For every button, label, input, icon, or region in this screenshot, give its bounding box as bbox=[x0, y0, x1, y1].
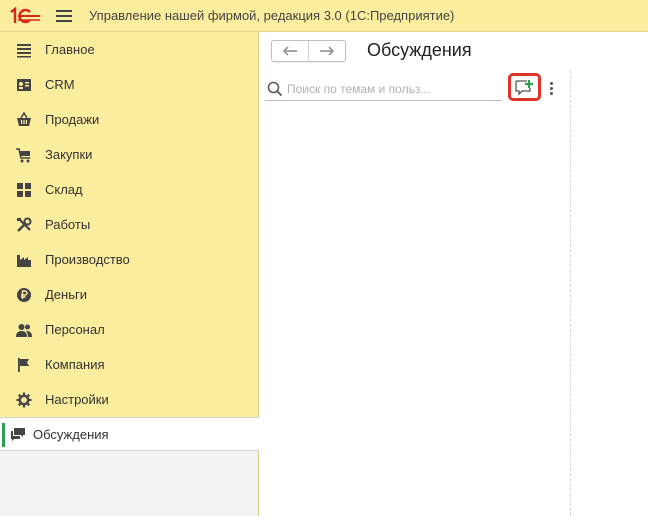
cart-icon bbox=[16, 147, 32, 163]
ruble-coin-icon bbox=[16, 287, 32, 303]
sidebar-item-label: Продажи bbox=[45, 112, 100, 127]
search-input[interactable] bbox=[287, 81, 492, 96]
more-actions-button[interactable] bbox=[546, 78, 556, 98]
sidebar-item-label: Обсуждения bbox=[33, 426, 109, 442]
arrow-right-icon bbox=[320, 46, 335, 56]
sidebar-item-label: Настройки bbox=[45, 392, 109, 407]
sidebar-item-warehouse[interactable]: Склад bbox=[0, 172, 258, 207]
sidebar-item-label: Закупки bbox=[45, 147, 93, 162]
chat-bubbles-icon bbox=[10, 426, 26, 442]
sidebar-item-label: Компания bbox=[45, 357, 105, 372]
sidebar-item-label: Персонал bbox=[45, 322, 105, 337]
add-discussion-icon bbox=[514, 79, 533, 96]
factory-icon bbox=[16, 252, 32, 268]
1c-logo[interactable] bbox=[8, 6, 44, 26]
sidebar-item-label: Главное bbox=[45, 42, 95, 57]
search-icon bbox=[267, 81, 283, 96]
sidebar: Главное CRM Продажи Закупки Склад Работы bbox=[0, 32, 259, 516]
active-indicator bbox=[2, 423, 5, 447]
basket-icon bbox=[16, 111, 32, 128]
new-discussion-button[interactable] bbox=[508, 73, 541, 101]
main-panel: Обсуждения bbox=[259, 32, 648, 516]
forward-button[interactable] bbox=[308, 41, 345, 61]
arrow-left-icon bbox=[282, 46, 297, 56]
sidebar-empty-area bbox=[0, 451, 258, 516]
app-title: Управление нашей фирмой, редакция 3.0 (1… bbox=[89, 8, 455, 23]
sidebar-item-main[interactable]: Главное bbox=[0, 32, 258, 67]
sidebar-item-crm[interactable]: CRM bbox=[0, 67, 258, 102]
back-button[interactable] bbox=[272, 41, 308, 61]
sidebar-item-money[interactable]: Деньги bbox=[0, 277, 258, 312]
panel-divider bbox=[570, 70, 571, 516]
flag-icon bbox=[16, 357, 32, 373]
sidebar-item-label: Деньги bbox=[45, 287, 87, 302]
sidebar-item-personnel[interactable]: Персонал bbox=[0, 312, 258, 347]
people-icon bbox=[16, 322, 32, 338]
crm-card-icon bbox=[16, 77, 32, 93]
page-title: Обсуждения bbox=[367, 40, 472, 60]
gear-icon bbox=[16, 392, 32, 408]
sidebar-item-settings[interactable]: Настройки bbox=[0, 382, 258, 417]
sidebar-item-discussions[interactable]: Обсуждения bbox=[0, 417, 259, 451]
sidebar-item-purchases[interactable]: Закупки bbox=[0, 137, 258, 172]
history-nav bbox=[271, 40, 346, 62]
warehouse-grid-icon bbox=[16, 182, 32, 198]
sidebar-item-label: CRM bbox=[45, 77, 75, 92]
main-menu-hamburger-icon[interactable] bbox=[56, 9, 72, 22]
sidebar-item-label: Производство bbox=[45, 252, 130, 267]
sidebar-item-label: Склад bbox=[45, 182, 83, 197]
sidebar-item-company[interactable]: Компания bbox=[0, 347, 258, 382]
sidebar-item-label: Работы bbox=[45, 217, 91, 232]
tools-icon bbox=[16, 217, 32, 233]
sidebar-item-sales[interactable]: Продажи bbox=[0, 102, 258, 137]
list-icon bbox=[16, 42, 32, 58]
sidebar-item-works[interactable]: Работы bbox=[0, 207, 258, 242]
title-bar: Управление нашей фирмой, редакция 3.0 (1… bbox=[0, 0, 648, 32]
sidebar-item-production[interactable]: Производство bbox=[0, 242, 258, 277]
search-box bbox=[265, 77, 502, 101]
